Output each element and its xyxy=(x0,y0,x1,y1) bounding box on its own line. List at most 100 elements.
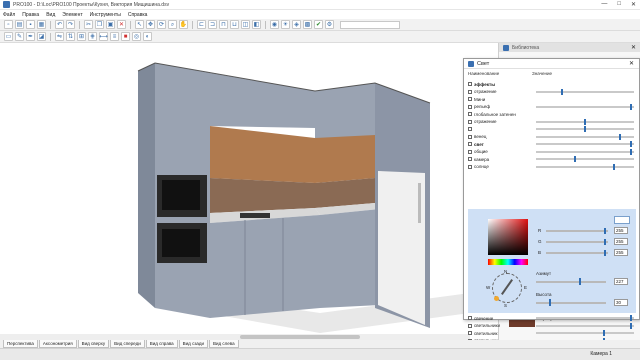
checkbox[interactable] xyxy=(468,316,472,320)
minimize-button[interactable]: — xyxy=(601,1,607,8)
tab-back-view[interactable]: Вид сзади xyxy=(178,340,209,348)
layer-icon[interactable]: ≡ xyxy=(110,32,119,41)
maximize-button[interactable]: □ xyxy=(617,1,621,8)
copy-icon[interactable]: ❐ xyxy=(95,20,104,29)
menu-view[interactable]: Вид xyxy=(46,12,55,18)
align-bottom-icon[interactable]: ⊔ xyxy=(230,20,239,29)
new-file-icon[interactable]: ▫ xyxy=(4,20,13,29)
azimuth-slider[interactable] xyxy=(536,281,606,283)
rgb-value[interactable]: 255 xyxy=(614,249,628,256)
cut-icon[interactable]: ✂ xyxy=(84,20,93,29)
property-slider[interactable] xyxy=(536,118,634,125)
checkbox[interactable] xyxy=(468,142,472,146)
menu-edit[interactable]: Правка xyxy=(22,12,39,18)
snap-icon[interactable]: ⊞ xyxy=(77,32,86,41)
tab-left-view[interactable]: Вид слева xyxy=(209,340,239,348)
checkbox[interactable] xyxy=(468,119,472,124)
camera-icon[interactable]: ◎ xyxy=(132,32,141,41)
pencil-icon[interactable]: ✎ xyxy=(15,32,24,41)
rgb-value[interactable]: 255 xyxy=(614,238,628,245)
scrollbar-thumb[interactable] xyxy=(240,335,360,339)
property-row[interactable]: глобальное затенен xyxy=(468,111,636,117)
property-row[interactable]: свет xyxy=(468,141,636,147)
slider-knob[interactable] xyxy=(603,330,606,336)
slider-knob[interactable] xyxy=(630,141,633,147)
color-picker-square[interactable] xyxy=(488,219,528,255)
zoom-icon[interactable]: ⌕ xyxy=(168,20,177,29)
stop-icon[interactable]: ■ xyxy=(121,32,130,41)
rgb-slider[interactable] xyxy=(546,228,608,234)
tab-front-view[interactable]: Вид спереди xyxy=(110,340,145,348)
property-slider[interactable] xyxy=(536,330,634,336)
search-input[interactable] xyxy=(340,20,400,29)
print-icon[interactable]: ▦ xyxy=(37,20,46,29)
slider-knob[interactable] xyxy=(630,103,633,110)
menu-help[interactable]: Справка xyxy=(128,12,148,18)
rgb-value[interactable]: 255 xyxy=(614,227,628,234)
check-icon[interactable]: ✔ xyxy=(314,20,323,29)
checkbox[interactable] xyxy=(468,331,472,335)
tab-top-view[interactable]: Вид сверху xyxy=(77,340,110,348)
texture-icon[interactable]: ▩ xyxy=(303,20,312,29)
height-slider[interactable] xyxy=(536,302,606,304)
move-icon[interactable]: ✥ xyxy=(146,20,155,29)
wall-icon[interactable]: ▭ xyxy=(4,32,13,41)
rgb-knob[interactable] xyxy=(603,250,606,256)
redo-icon[interactable]: ↷ xyxy=(66,20,75,29)
height-knob[interactable] xyxy=(548,299,551,306)
align-top-icon[interactable]: ⊓ xyxy=(219,20,228,29)
property-row[interactable]: свечение xyxy=(468,315,636,321)
rgb-slider[interactable] xyxy=(546,250,608,256)
slider-knob[interactable] xyxy=(560,88,563,95)
eyedropper-icon[interactable]: ✒ xyxy=(26,32,35,41)
slider-knob[interactable] xyxy=(574,156,577,162)
hue-spectrum[interactable] xyxy=(488,259,528,265)
light-icon[interactable]: ☀ xyxy=(281,20,290,29)
property-row[interactable]: камера xyxy=(468,156,636,162)
property-slider[interactable] xyxy=(536,126,634,132)
property-slider[interactable] xyxy=(536,141,634,147)
height-value[interactable]: 30 xyxy=(614,299,628,306)
property-slider[interactable] xyxy=(536,148,634,155)
property-row[interactable]: солнце xyxy=(468,163,636,170)
property-row[interactable]: эффекты xyxy=(468,81,636,87)
menu-file[interactable]: Файл xyxy=(3,12,15,18)
checkbox[interactable] xyxy=(468,164,472,169)
checkbox[interactable] xyxy=(468,323,472,328)
close-button[interactable]: ✕ xyxy=(631,1,636,8)
measure-icon[interactable]: ⟷ xyxy=(99,32,108,41)
delete-icon[interactable]: ✕ xyxy=(117,20,126,29)
settings-icon[interactable]: ⚙ xyxy=(325,20,334,29)
property-slider[interactable] xyxy=(536,88,634,95)
property-slider[interactable] xyxy=(536,103,634,110)
mirror-icon[interactable]: ⇋ xyxy=(55,32,64,41)
checkbox[interactable] xyxy=(468,97,472,101)
menu-element[interactable]: Элемент xyxy=(62,12,82,18)
property-slider[interactable] xyxy=(536,315,634,321)
material-icon[interactable]: ◈ xyxy=(292,20,301,29)
checkbox[interactable] xyxy=(468,82,472,86)
save-icon[interactable]: ▪ xyxy=(26,20,35,29)
slider-knob[interactable] xyxy=(630,148,633,155)
property-slider[interactable] xyxy=(536,163,634,170)
rgb-knob[interactable] xyxy=(603,239,606,245)
undo-icon[interactable]: ↶ xyxy=(55,20,64,29)
ungroup-icon[interactable]: ◧ xyxy=(252,20,261,29)
paste-icon[interactable]: ▣ xyxy=(106,20,115,29)
dialog-close-icon[interactable]: ✕ xyxy=(629,60,634,67)
property-slider[interactable] xyxy=(536,322,634,329)
slider-knob[interactable] xyxy=(584,118,586,125)
select-icon[interactable]: ↖ xyxy=(135,20,144,29)
property-row[interactable]: отражение xyxy=(468,118,636,125)
slider-knob[interactable] xyxy=(630,322,633,329)
checkbox[interactable] xyxy=(468,157,472,161)
slider-knob[interactable] xyxy=(612,163,615,170)
azimuth-knob[interactable] xyxy=(579,278,582,285)
grid-icon[interactable]: ⋕ xyxy=(88,32,97,41)
azimuth-value[interactable]: 227 xyxy=(614,278,628,285)
slider-knob[interactable] xyxy=(584,126,586,132)
property-row[interactable]: светильник xyxy=(468,330,636,336)
tab-axonometry[interactable]: Аксонометрия xyxy=(38,340,77,348)
rgb-knob[interactable] xyxy=(603,228,606,234)
rotate-icon[interactable]: ⟳ xyxy=(157,20,166,29)
